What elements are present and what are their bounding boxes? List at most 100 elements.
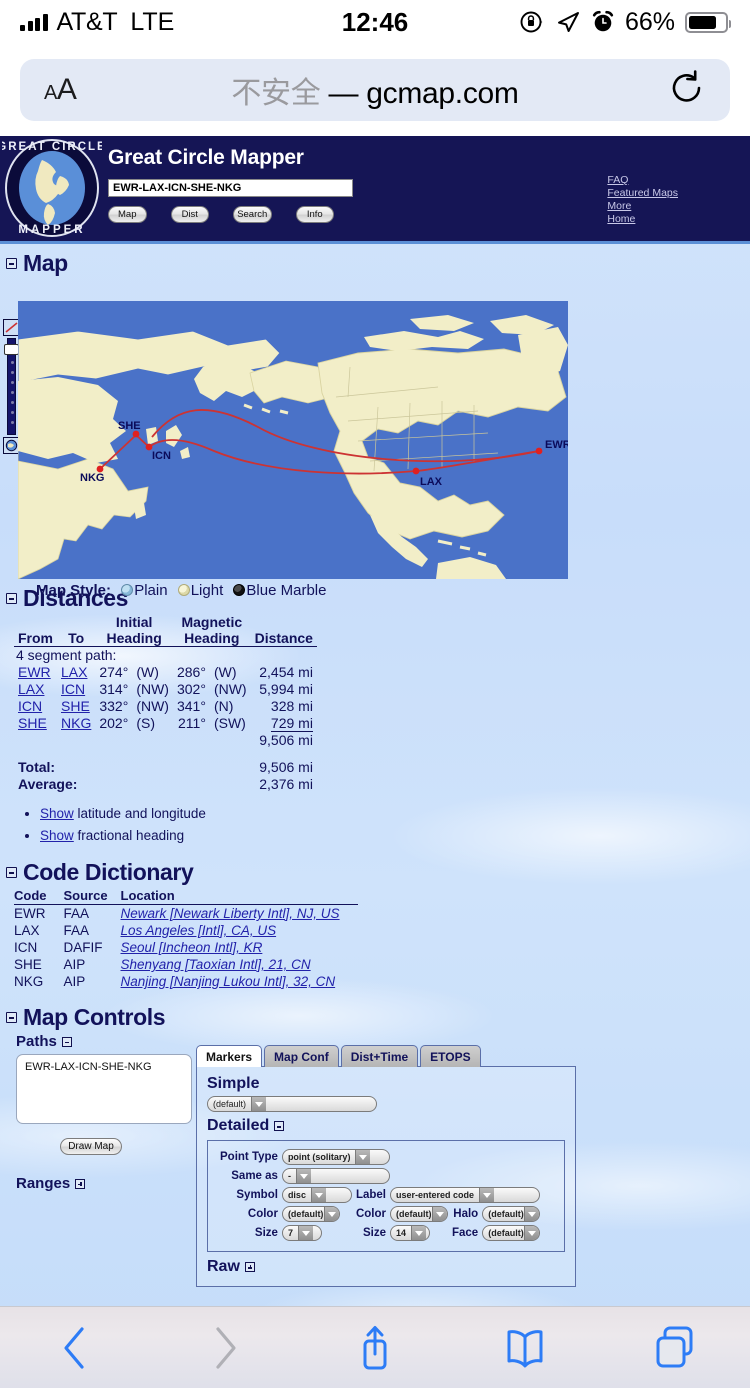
tabs-button[interactable] — [645, 1324, 705, 1372]
subtotal-value: 9,506 mi — [259, 732, 313, 748]
halo-value: (default) — [488, 1209, 524, 1219]
same-as-label: Same as — [231, 1170, 278, 1182]
location-link[interactable]: Los Angeles [Intl], CA, US — [121, 923, 277, 938]
source-cell: FAA — [63, 906, 90, 921]
row-from-link[interactable]: ICN — [18, 698, 42, 714]
symbol-label-row: Symbol disc Label user-entered code — [220, 1187, 540, 1203]
panel-body: Simple (default) Detailed Point Type poi… — [196, 1066, 576, 1287]
tab-map-conf[interactable]: Map Conf — [264, 1045, 339, 1067]
expand-plus-icon[interactable] — [75, 1178, 86, 1189]
browser-toolbar — [0, 1306, 750, 1388]
label-color-select[interactable]: (default) — [389, 1206, 448, 1222]
row-to-link[interactable]: LAX — [61, 664, 87, 680]
chevron-down-icon[interactable] — [323, 1207, 339, 1221]
simple-select-value: (default) — [213, 1099, 247, 1109]
halo-select[interactable]: (default) — [482, 1206, 541, 1222]
link-more[interactable]: More — [607, 200, 678, 213]
detailed-heading[interactable]: Detailed — [207, 1117, 565, 1135]
map-style-option-light[interactable]: Light — [177, 582, 223, 599]
globe-blue-marble-icon[interactable] — [233, 584, 246, 596]
marker-color-select[interactable]: (default) — [281, 1206, 340, 1222]
tab-etops[interactable]: ETOPS — [420, 1045, 481, 1067]
chevron-down-icon[interactable] — [355, 1150, 371, 1164]
symbol-select[interactable]: disc — [281, 1187, 352, 1203]
show-fractional-link[interactable]: Show — [40, 828, 74, 843]
tab-dist-time[interactable]: Dist+Time — [340, 1045, 419, 1067]
label-select[interactable]: user-entered code — [389, 1187, 540, 1203]
expand-plus-icon[interactable] — [244, 1262, 255, 1272]
bookmarks-button[interactable] — [495, 1325, 555, 1371]
location-link[interactable]: Nanjing [Nanjing Lukou Intl], 32, CN — [121, 974, 336, 989]
route-map-image[interactable]: EWR LAX ICN SHE NKG — [18, 301, 568, 579]
link-home[interactable]: Home — [607, 213, 678, 226]
collapse-minus-icon[interactable] — [6, 593, 17, 604]
collapse-minus-icon[interactable] — [61, 1036, 72, 1047]
chevron-down-icon[interactable] — [479, 1188, 495, 1202]
show-latlon-link[interactable]: Show — [40, 806, 74, 821]
dist-button[interactable]: Dist — [170, 206, 209, 223]
route-search-input[interactable] — [108, 179, 353, 197]
section-title-map-controls: Map Controls — [23, 1004, 166, 1030]
row-from-link[interactable]: LAX — [18, 681, 44, 697]
row-initial-dir: (NW) — [136, 698, 169, 714]
chevron-down-icon[interactable] — [411, 1226, 426, 1240]
location-link[interactable]: Newark [Newark Liberty Intl], NJ, US — [121, 906, 340, 921]
raw-heading[interactable]: Raw — [207, 1258, 565, 1276]
globe-plain-icon[interactable] — [121, 584, 134, 596]
collapse-minus-icon[interactable] — [274, 1121, 285, 1131]
paths-textarea[interactable]: EWR-LAX-ICN-SHE-NKG — [16, 1054, 192, 1124]
share-button[interactable] — [345, 1322, 405, 1374]
row-distance: 328 mi — [270, 698, 313, 714]
info-button[interactable]: Info — [295, 206, 334, 223]
code-dictionary-table: Code Source Location EWR FAA Newark [New… — [14, 888, 358, 990]
location-link[interactable]: Seoul [Incheon Intl], KR — [121, 940, 263, 955]
collapse-minus-icon[interactable] — [6, 1012, 17, 1023]
code-cell: ICN — [14, 940, 38, 955]
location-link[interactable]: Shenyang [Taoxian Intl], 21, CN — [121, 957, 311, 972]
same-as-select[interactable]: - — [281, 1168, 390, 1184]
simple-select[interactable]: (default) — [207, 1096, 377, 1112]
map-button[interactable]: Map — [108, 206, 147, 223]
face-select[interactable]: (default) — [482, 1225, 541, 1241]
row-from-link[interactable]: EWR — [18, 664, 51, 680]
link-featured-maps[interactable]: Featured Maps — [607, 187, 678, 200]
collapse-minus-icon[interactable] — [6, 867, 17, 878]
table-header-row: Code Source Location — [14, 888, 358, 905]
gcmap-logo[interactable]: GREAT CIRCLE MAPPER — [2, 138, 102, 238]
marker-size-select[interactable]: 7 — [281, 1225, 322, 1241]
chevron-down-icon[interactable] — [524, 1207, 540, 1221]
section-header-map-controls[interactable]: Map Controls — [0, 998, 750, 1033]
row-to-link[interactable]: SHE — [61, 698, 90, 714]
chevron-down-icon[interactable] — [431, 1207, 447, 1221]
search-button[interactable]: Search — [233, 206, 272, 223]
section-header-code-dictionary[interactable]: Code Dictionary — [0, 853, 750, 888]
address-bar[interactable]: AA 不安全 — gcmap.com — [20, 59, 730, 121]
paths-value: EWR-LAX-ICN-SHE-NKG — [25, 1061, 152, 1073]
section-header-map[interactable]: Map — [0, 244, 750, 279]
battery-icon — [685, 11, 731, 33]
draw-map-button[interactable]: Draw Map — [60, 1138, 122, 1155]
simple-heading: Simple — [207, 1075, 565, 1093]
link-faq[interactable]: FAQ — [607, 174, 678, 187]
tab-markers[interactable]: Markers — [196, 1045, 263, 1067]
chevron-down-icon[interactable] — [251, 1097, 267, 1111]
row-to-link[interactable]: ICN — [61, 681, 85, 697]
map-style-option-plain[interactable]: Plain — [121, 582, 168, 599]
chevron-down-icon[interactable] — [297, 1226, 313, 1240]
point-type-select[interactable]: point (solitary) — [281, 1149, 390, 1165]
table-row: SHE AIP Shenyang [Taoxian Intl], 21, CN — [14, 956, 358, 973]
map-style-option-blue-marble[interactable]: Blue Marble — [233, 582, 326, 599]
row-from-link[interactable]: SHE — [18, 715, 47, 731]
simple-label: Simple — [207, 1075, 260, 1092]
row-distance: 729 mi — [270, 715, 313, 732]
chevron-down-icon[interactable] — [310, 1188, 326, 1202]
chevron-down-icon[interactable] — [295, 1169, 311, 1183]
row-to-link[interactable]: NKG — [61, 715, 91, 731]
chevron-down-icon[interactable] — [524, 1226, 540, 1240]
collapse-minus-icon[interactable] — [6, 258, 17, 269]
back-button[interactable] — [45, 1323, 105, 1373]
url-separator: — — [328, 77, 359, 110]
label-size-select[interactable]: 14 — [389, 1225, 430, 1241]
zoom-thumb[interactable] — [4, 344, 19, 355]
globe-light-icon[interactable] — [177, 584, 190, 596]
